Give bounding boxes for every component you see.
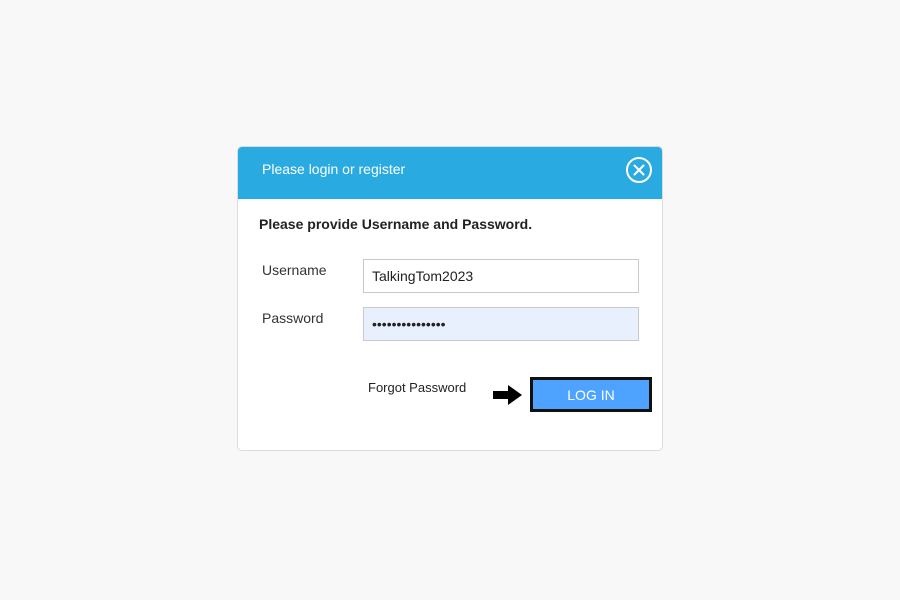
close-button[interactable] bbox=[626, 157, 652, 183]
dialog-header: Please login or register bbox=[238, 147, 662, 199]
login-dialog: Please login or register Please provide … bbox=[237, 146, 663, 451]
arrow-right-icon bbox=[493, 385, 522, 405]
forgot-password-link[interactable]: Forgot Password bbox=[368, 380, 466, 395]
instructions-text: Please provide Username and Password. bbox=[259, 216, 533, 232]
login-button[interactable]: LOG IN bbox=[530, 377, 652, 412]
dialog-title: Please login or register bbox=[262, 161, 406, 177]
username-input[interactable] bbox=[363, 259, 639, 293]
password-input[interactable] bbox=[363, 307, 639, 341]
password-label: Password bbox=[262, 310, 324, 326]
close-icon bbox=[633, 164, 645, 176]
username-label: Username bbox=[262, 262, 327, 278]
